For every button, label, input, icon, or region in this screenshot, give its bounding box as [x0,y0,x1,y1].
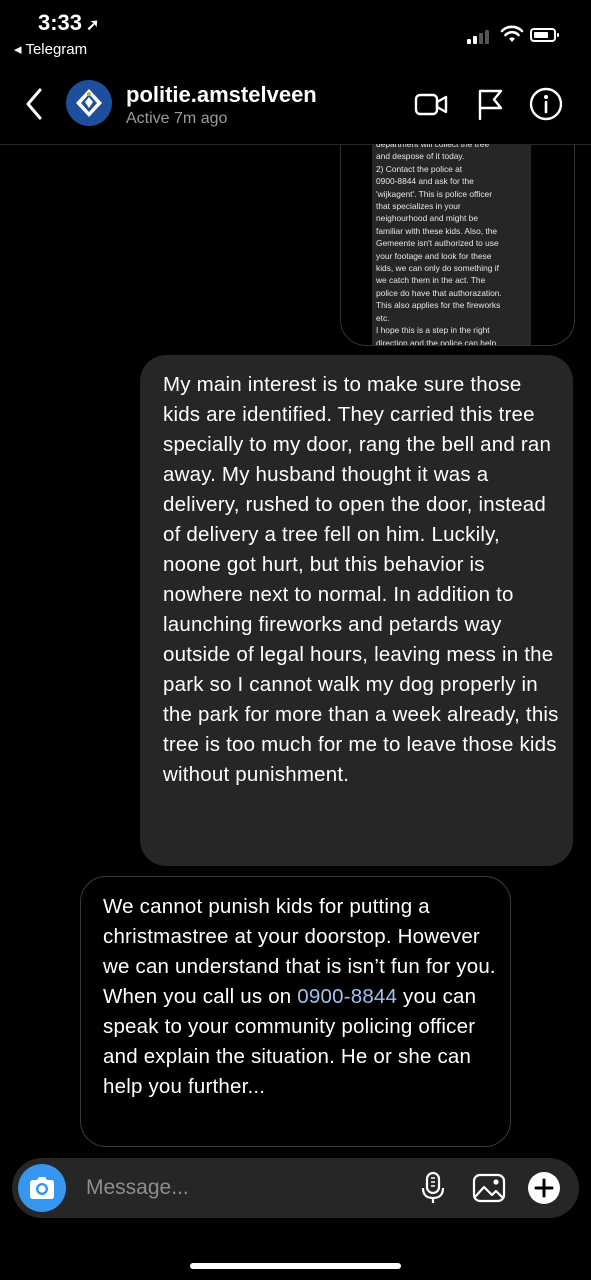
location-arrow-icon: ➚ [86,17,100,34]
status-time: 3:33 ➚ [38,10,100,35]
active-status: Active 7m ago [126,110,228,127]
screenshot-text: department will collect the tree and des… [376,144,502,345]
shared-screenshot: department will collect the tree and des… [372,144,531,345]
info-icon[interactable] [528,86,564,122]
flag-icon[interactable] [472,86,508,122]
camera-icon [30,1177,54,1199]
message-composer: Message... [12,1158,579,1218]
incoming-message-bubble[interactable]: We cannot punish kids for putting a chri… [80,876,511,1147]
home-indicator[interactable] [190,1263,401,1269]
wifi-icon [500,25,524,42]
status-bar: 3:33 ➚ ◂ Telegram [0,0,591,62]
avatar[interactable] [66,80,112,126]
outgoing-message-bubble[interactable]: My main interest is to make sure those k… [140,355,573,866]
back-chevron-icon[interactable] [20,84,50,124]
plus-icon[interactable] [526,1170,562,1206]
shared-image-message[interactable]: department will collect the tree and des… [340,144,575,346]
incoming-message-text: We cannot punish kids for putting a chri… [103,895,496,1098]
back-to-app-link[interactable]: ◂ Telegram [14,40,87,58]
image-icon[interactable] [471,1170,507,1206]
phone-number-link[interactable]: 0900-8844 [297,985,397,1008]
chat-username[interactable]: politie.amstelveen [126,82,317,108]
microphone-icon[interactable] [415,1170,451,1206]
chat-header: politie.amstelveen Active 7m ago [0,62,591,145]
camera-button[interactable] [18,1164,66,1212]
cellular-signal-icon [467,30,489,44]
message-input[interactable]: Message... [86,1176,189,1200]
outgoing-message-text: My main interest is to make sure those k… [163,373,559,786]
battery-icon [530,28,559,42]
police-logo-icon [76,89,102,117]
video-camera-icon[interactable] [413,86,449,122]
